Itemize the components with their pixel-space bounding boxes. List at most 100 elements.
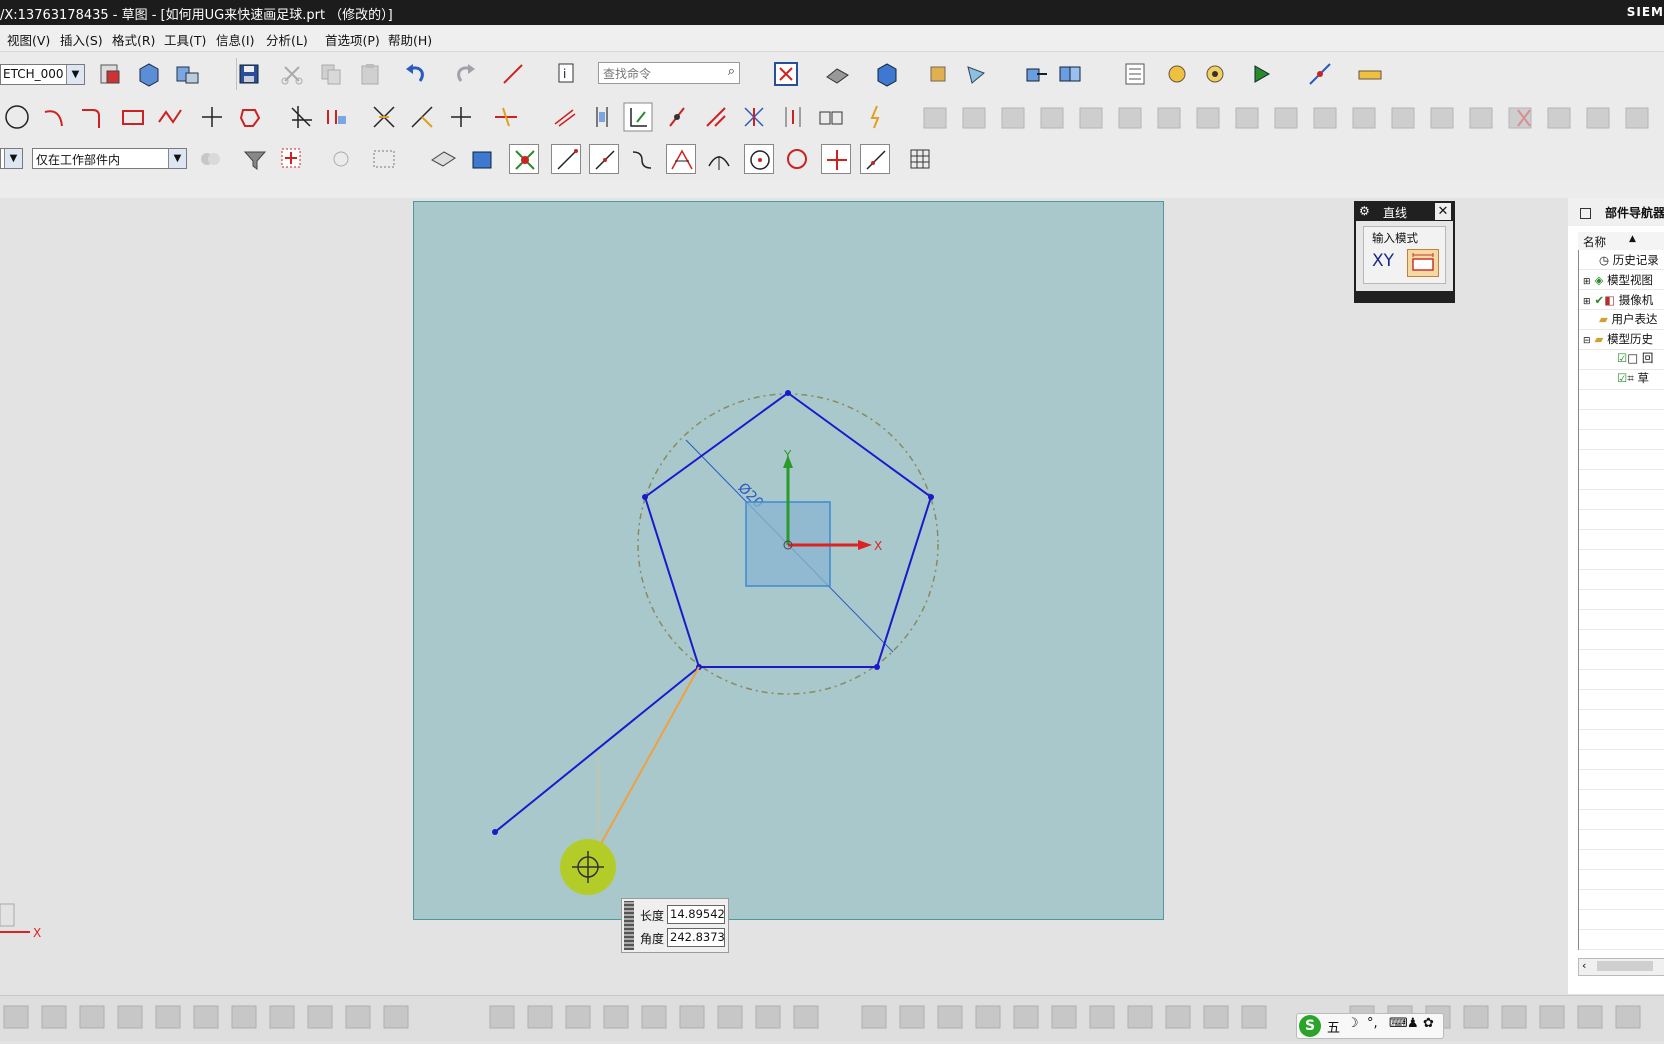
menu-info[interactable]: 信息(I) <box>216 30 254 49</box>
scrollbar-thumb[interactable] <box>1597 961 1653 971</box>
sketch-name-select[interactable]: ETCH_000 ▼ <box>0 64 85 85</box>
mirror-icon[interactable] <box>816 102 846 132</box>
animate-dimension-icon[interactable] <box>778 102 808 132</box>
arc-center-icon[interactable] <box>704 144 734 174</box>
drag-handle[interactable] <box>624 901 634 950</box>
general-selection-filter-icon[interactable] <box>240 144 270 174</box>
keyboard-icon[interactable]: ⌨ <box>1389 1016 1408 1031</box>
ime-logo-icon[interactable]: S <box>1299 1015 1321 1037</box>
fit-view-icon[interactable] <box>771 59 801 89</box>
point-on-curve-icon[interactable] <box>860 144 890 174</box>
quadrant-point-icon[interactable] <box>744 144 774 174</box>
measure-distance-icon[interactable] <box>1305 59 1335 89</box>
play-icon[interactable] <box>1247 59 1277 89</box>
chevron-down-icon[interactable]: ▼ <box>4 149 22 168</box>
auto-constrain-icon[interactable] <box>587 102 617 132</box>
display-dof-icon[interactable] <box>662 102 692 132</box>
shaded-view-icon[interactable] <box>872 59 902 89</box>
collapse-icon[interactable]: ⊟ <box>1583 336 1591 346</box>
dialog-titlebar[interactable]: ⚙ 直线 ✕ <box>1356 203 1453 221</box>
transform-icon[interactable] <box>1055 59 1085 89</box>
navigator-pin-icon[interactable] <box>1580 208 1591 219</box>
solid-select-icon[interactable] <box>467 144 497 174</box>
studio-spline-icon[interactable] <box>155 102 185 132</box>
command-search-box[interactable]: ⌕ <box>598 62 740 84</box>
show-constraints-icon[interactable] <box>623 102 653 132</box>
macro-icon[interactable] <box>1200 59 1230 89</box>
column-header[interactable]: 名称 ▲ <box>1578 232 1664 251</box>
tree-item-cameras[interactable]: ⊞ ✔◧ 摄像机 <box>1579 292 1653 308</box>
convert-reference-icon[interactable] <box>739 102 769 132</box>
half-width-icon[interactable]: ☽ <box>1347 1016 1359 1031</box>
tree-item-datum[interactable]: ☑□ 回 <box>1579 350 1653 366</box>
angle-input[interactable]: 242.8373 <box>667 928 725 947</box>
chevron-down-icon[interactable]: ▼ <box>66 65 84 84</box>
gear-icon[interactable]: ⚙ <box>1359 204 1370 218</box>
polygon-icon[interactable] <box>235 102 265 132</box>
menu-insert[interactable]: 插入(S) <box>60 30 103 49</box>
paste-icon[interactable] <box>355 59 385 89</box>
copy-icon[interactable] <box>316 59 346 89</box>
tree-item-model-views[interactable]: ⊞ ◈ 模型视图 <box>1579 272 1653 288</box>
chevron-down-icon[interactable]: ▼ <box>168 149 186 168</box>
tree-item-sketch[interactable]: ☑⌗ 草 <box>1579 370 1649 386</box>
type-filter-select[interactable]: ▼ <box>0 148 23 169</box>
close-icon[interactable]: ✕ <box>1435 203 1451 220</box>
tangent-point-icon[interactable] <box>782 144 812 174</box>
menu-format[interactable]: 格式(R) <box>112 30 155 49</box>
measure-length-icon[interactable] <box>1355 59 1385 89</box>
cut-icon[interactable] <box>277 59 307 89</box>
layer-icon[interactable] <box>925 59 955 89</box>
length-input[interactable]: 14.89542 <box>667 905 725 924</box>
mid-point-icon[interactable] <box>589 144 619 174</box>
part-icon[interactable] <box>95 59 125 89</box>
selection-priority-icon[interactable] <box>195 144 225 174</box>
grid-icon[interactable] <box>905 144 935 174</box>
checkbox-icon[interactable]: ☑ <box>1617 371 1627 385</box>
menu-view[interactable]: 视图(V) <box>7 30 50 49</box>
assembly-icon[interactable] <box>172 59 202 89</box>
intersection-point-icon[interactable] <box>666 144 696 174</box>
fillet-icon[interactable] <box>77 102 107 132</box>
menu-tools[interactable]: 工具(T) <box>164 30 206 49</box>
rectangle-select-icon[interactable] <box>369 144 399 174</box>
quick-extend-icon[interactable] <box>407 102 437 132</box>
end-point-icon[interactable] <box>551 144 581 174</box>
make-corner-icon[interactable] <box>446 102 476 132</box>
quick-trim-icon[interactable] <box>369 102 399 132</box>
user-icon[interactable]: ♟ <box>1407 1016 1419 1031</box>
alternate-solution-icon[interactable] <box>701 102 731 132</box>
edit-object-display-icon[interactable] <box>962 59 992 89</box>
trim-icon[interactable] <box>286 102 316 132</box>
scope-filter-select[interactable]: 仅在工作部件内 ▼ <box>32 148 187 169</box>
menu-analysis[interactable]: 分析(L) <box>266 30 308 49</box>
rectangle-icon[interactable] <box>118 102 148 132</box>
existing-point-icon[interactable] <box>821 144 851 174</box>
offset-curve-icon[interactable] <box>322 102 352 132</box>
tree-item-history[interactable]: ◷ 历史记录 <box>1579 252 1659 268</box>
dimension-icon[interactable] <box>491 102 521 132</box>
menu-help[interactable]: 帮助(H) <box>388 30 432 49</box>
point-icon[interactable] <box>197 102 227 132</box>
list-icon[interactable] <box>1120 59 1150 89</box>
tree-item-model-history[interactable]: ⊟ ▰ 模型历史 <box>1579 331 1653 347</box>
navigator-scrollbar[interactable]: ‹ <box>1578 958 1664 976</box>
save-icon[interactable] <box>234 59 264 89</box>
menu-preferences[interactable]: 首选项(P) <box>325 30 380 49</box>
parameter-mode-button[interactable] <box>1407 249 1439 277</box>
search-icon[interactable]: ⌕ <box>728 64 735 79</box>
xy-mode-button[interactable]: XY <box>1372 251 1394 271</box>
expand-icon[interactable]: ⊞ <box>1583 297 1591 307</box>
scroll-left-icon[interactable]: ‹ <box>1582 959 1586 972</box>
sort-up-icon[interactable]: ▲ <box>1629 234 1636 244</box>
punctuation-icon[interactable]: °, <box>1367 1016 1378 1031</box>
redo-icon[interactable] <box>451 59 481 89</box>
expand-icon[interactable]: ⊞ <box>1583 277 1591 287</box>
info-icon[interactable]: i <box>553 59 583 89</box>
face-select-icon[interactable] <box>428 144 458 174</box>
rotate-selection-icon[interactable] <box>326 144 356 174</box>
circle-icon[interactable] <box>2 102 32 132</box>
undo-icon[interactable] <box>400 59 430 89</box>
search-input[interactable] <box>601 64 717 84</box>
curve-line-icon[interactable] <box>498 59 528 89</box>
